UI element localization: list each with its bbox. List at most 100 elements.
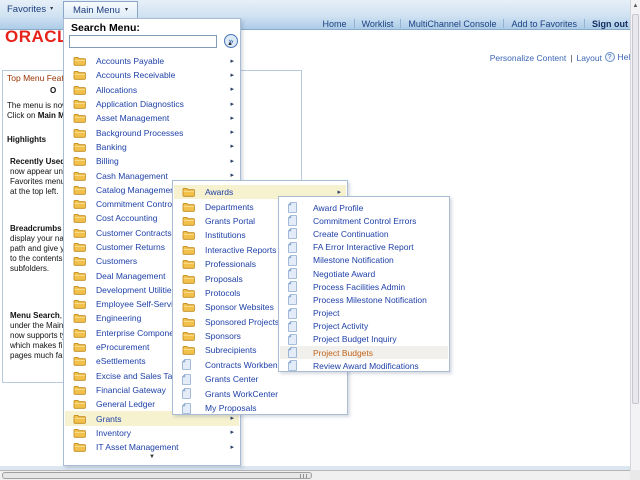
folder-icon <box>73 128 86 138</box>
main-menu-button[interactable]: Main Menu ▾ <box>63 1 138 18</box>
menu-item-project-activity[interactable]: Project Activity <box>280 320 448 333</box>
nav-link-worklist[interactable]: Worklist <box>362 19 394 29</box>
folder-icon <box>73 442 86 452</box>
folder-icon <box>182 230 195 240</box>
submenu-arrow-icon: ▸ <box>230 444 239 451</box>
menu-item-project-budgets[interactable]: Project Budgets <box>280 346 448 359</box>
horizontal-scrollbar[interactable] <box>0 470 630 480</box>
nav-link-multichannel-console[interactable]: MultiChannel Console <box>408 19 496 29</box>
menu-item-process-facilities-admin[interactable]: Process Facilities Admin <box>280 280 448 293</box>
menu-item-label: Interactive Reports <box>205 245 276 255</box>
menu-item-label: My Proposals <box>205 403 257 413</box>
document-icon <box>288 242 301 253</box>
menu-item-process-milestone-notification[interactable]: Process Milestone Notification <box>280 293 448 306</box>
menu-item-background-processes[interactable]: Background Processes ▸ <box>65 125 239 139</box>
document-icon <box>288 215 301 226</box>
favorites-menu-button[interactable]: Favorites ▾ <box>7 2 53 16</box>
menu-item-label: Commitment Control <box>96 199 174 209</box>
awards-submenu: Award ProfileCommitment Control ErrorsCr… <box>278 196 450 372</box>
folder-icon <box>182 302 195 312</box>
menu-item-label: Development Utilities <box>96 285 176 295</box>
folder-icon <box>73 414 86 424</box>
menu-item-label: Financial Gateway <box>96 385 166 395</box>
menu-scroll-up-icon[interactable]: ▲ <box>227 41 233 47</box>
layout-link[interactable]: Layout <box>576 53 602 63</box>
menu-item-accounts-receivable[interactable]: Accounts Receivable▸ <box>65 68 239 82</box>
menu-item-banking[interactable]: Banking ▸ <box>65 140 239 154</box>
personalize-row: Personalize Content | Layout <box>490 53 602 63</box>
scroll-up-icon[interactable]: ▲ <box>633 3 639 9</box>
nav-link-home[interactable]: Home <box>323 19 347 29</box>
folder-icon <box>182 345 195 355</box>
menu-item-commitment-control-errors[interactable]: Commitment Control Errors <box>280 214 448 227</box>
menu-item-label: Background Processes <box>96 128 183 138</box>
personalize-content-link[interactable]: Personalize Content <box>490 53 567 63</box>
menu-item-negotiate-award[interactable]: Negotiate Award <box>280 267 448 280</box>
submenu-arrow-icon: ▸ <box>230 158 239 165</box>
menu-item-grants-workcenter[interactable]: Grants WorkCenter <box>174 386 346 400</box>
document-icon <box>288 360 301 371</box>
document-icon <box>288 294 301 305</box>
menu-search-input[interactable] <box>69 35 217 48</box>
menu-item-label: Project Budgets <box>313 348 373 358</box>
submenu-arrow-icon: ▸ <box>230 86 239 93</box>
menu-item-accounts-payable[interactable]: Accounts Payable▸ <box>65 54 239 68</box>
main-menu-label: Main Menu <box>73 5 120 16</box>
menu-item-label: Cost Accounting <box>96 213 157 223</box>
menu-item-allocations[interactable]: Allocations▸ <box>65 83 239 97</box>
menu-item-label: Review Award Modifications <box>313 361 419 371</box>
menu-item-label: Process Facilities Admin <box>313 282 405 292</box>
folder-icon <box>182 317 195 327</box>
menu-item-label: Banking <box>96 142 127 152</box>
folder-icon <box>73 342 86 352</box>
menu-item-my-proposals[interactable]: My Proposals <box>174 401 346 415</box>
submenu-arrow-icon: ▸ <box>230 429 239 436</box>
menu-item-label: Sponsor Websites <box>205 302 274 312</box>
menu-item-label: Customer Contracts <box>96 228 172 238</box>
menu-item-label: eProcurement <box>96 342 149 352</box>
menu-item-billing[interactable]: Billing▸ <box>65 154 239 168</box>
vertical-scrollbar-thumb[interactable] <box>632 14 639 404</box>
nav-link-add-to-favorites[interactable]: Add to Favorites <box>511 19 577 29</box>
horizontal-scrollbar-thumb[interactable] <box>2 472 312 479</box>
nav-separator <box>584 19 585 28</box>
menu-item-label: Subrecipients <box>205 345 257 355</box>
submenu-arrow-icon: ▸ <box>337 189 346 196</box>
menu-item-label: Grants <box>96 414 122 424</box>
menu-scroll-down-icon[interactable]: ▼ <box>149 454 155 460</box>
document-icon <box>288 228 301 239</box>
vertical-scrollbar[interactable]: ▲ <box>630 0 640 470</box>
menu-item-review-award-modifications[interactable]: Review Award Modifications <box>280 359 448 372</box>
menu-item-label: Proposals <box>205 274 243 284</box>
folder-icon <box>182 202 195 212</box>
sign-out-link[interactable]: Sign out <box>592 19 628 29</box>
folder-icon <box>73 142 86 152</box>
menu-item-award-profile[interactable]: Award Profile <box>280 201 448 214</box>
folder-icon <box>73 328 86 338</box>
submenu-arrow-icon: ▸ <box>230 172 239 179</box>
scrollbar-grip-icon <box>300 474 309 478</box>
menu-item-label: Awards <box>205 187 233 197</box>
submenu-arrow-icon: ▸ <box>230 129 239 136</box>
menu-item-project[interactable]: Project <box>280 307 448 320</box>
menu-item-create-continuation[interactable]: Create Continuation <box>280 227 448 240</box>
menu-item-milestone-notification[interactable]: Milestone Notification <box>280 254 448 267</box>
submenu-arrow-icon: ▸ <box>230 143 239 150</box>
menu-item-label: Award Profile <box>313 203 363 213</box>
menu-item-it-asset-management[interactable]: IT Asset Management▸ <box>65 440 239 454</box>
menu-item-project-budget-inquiry[interactable]: Project Budget Inquiry <box>280 333 448 346</box>
menu-item-application-diagnostics[interactable]: Application Diagnostics▸ <box>65 97 239 111</box>
submenu-arrow-icon: ▸ <box>230 415 239 422</box>
menu-item-grants-center[interactable]: Grants Center <box>174 372 346 386</box>
menu-item-label: Sponsors <box>205 331 241 341</box>
toolbar-separator: | <box>570 53 572 63</box>
menu-item-label: Employee Self-Service <box>96 299 182 309</box>
menu-item-asset-management[interactable]: Asset Management▸ <box>65 111 239 125</box>
menu-item-label: Project <box>313 308 339 318</box>
document-icon <box>182 388 195 399</box>
menu-item-fa-error-interactive-report[interactable]: FA Error Interactive Report <box>280 241 448 254</box>
folder-icon <box>182 216 195 226</box>
folder-icon <box>73 299 86 309</box>
menu-item-label: Deal Management <box>96 271 165 281</box>
menu-item-inventory[interactable]: Inventory▸ <box>65 426 239 440</box>
